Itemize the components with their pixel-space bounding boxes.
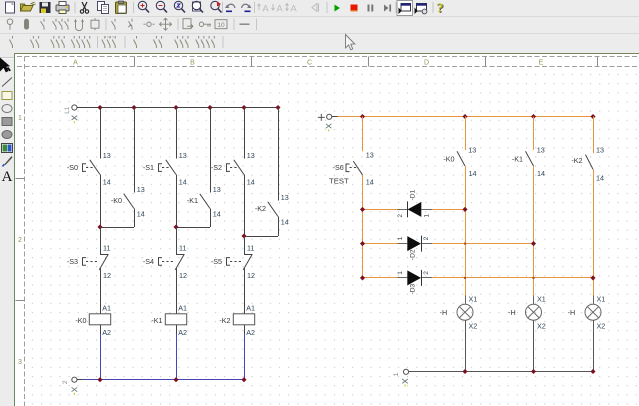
svg-text:A: A bbox=[2, 169, 13, 185]
svg-text:X2: X2 bbox=[537, 321, 546, 330]
svg-text:-S0: -S0 bbox=[67, 163, 78, 172]
svg-text:13: 13 bbox=[281, 193, 289, 202]
svg-text:A2: A2 bbox=[102, 328, 111, 337]
svg-text:-K2: -K2 bbox=[571, 156, 582, 165]
svg-text:12: 12 bbox=[179, 271, 187, 280]
svg-text:-H: -H bbox=[440, 308, 448, 317]
svg-text:1: 1 bbox=[397, 236, 404, 240]
svg-text:14: 14 bbox=[537, 169, 545, 178]
svg-text:-D2: -D2 bbox=[410, 249, 417, 260]
svg-text:13: 13 bbox=[103, 151, 111, 160]
svg-text:12: 12 bbox=[103, 271, 111, 280]
svg-text:-H: -H bbox=[508, 308, 516, 317]
svg-text:-S4: -S4 bbox=[143, 257, 154, 266]
svg-text:14: 14 bbox=[469, 169, 477, 178]
svg-text:14: 14 bbox=[103, 178, 111, 187]
svg-text:-S1: -S1 bbox=[143, 163, 154, 172]
svg-text:11: 11 bbox=[103, 244, 110, 253]
svg-text:13: 13 bbox=[468, 145, 476, 154]
svg-text:D: D bbox=[424, 60, 429, 67]
svg-text:3: 3 bbox=[18, 359, 22, 366]
svg-text:TEST: TEST bbox=[329, 176, 349, 185]
svg-text:13: 13 bbox=[596, 145, 604, 154]
svg-text:B: B bbox=[190, 60, 195, 67]
svg-text:14: 14 bbox=[366, 177, 374, 186]
svg-text:-K1: -K1 bbox=[512, 155, 523, 164]
svg-text:1: 1 bbox=[397, 271, 404, 275]
svg-text:2: 2 bbox=[397, 214, 404, 218]
svg-text:A1: A1 bbox=[178, 304, 187, 313]
svg-text:-K0: -K0 bbox=[443, 155, 454, 164]
svg-text:-K0: -K0 bbox=[111, 196, 122, 205]
svg-text:1: 1 bbox=[393, 372, 400, 376]
svg-text:13: 13 bbox=[137, 185, 145, 194]
svg-text:13: 13 bbox=[213, 185, 221, 194]
svg-text:1: 1 bbox=[424, 214, 431, 218]
svg-text:-D3: -D3 bbox=[410, 283, 417, 294]
svg-text:2: 2 bbox=[62, 380, 69, 384]
svg-text:12: 12 bbox=[247, 271, 255, 280]
svg-text:14: 14 bbox=[247, 178, 255, 187]
svg-text:11: 11 bbox=[179, 244, 186, 253]
svg-text:-S5: -S5 bbox=[211, 257, 222, 266]
svg-text:-K1: -K1 bbox=[151, 316, 162, 325]
svg-text:13: 13 bbox=[179, 151, 187, 160]
svg-text:A2: A2 bbox=[246, 328, 255, 337]
svg-text:14: 14 bbox=[281, 217, 289, 226]
svg-text:14: 14 bbox=[596, 173, 604, 182]
svg-text:A: A bbox=[73, 60, 78, 67]
svg-text:X1: X1 bbox=[537, 295, 546, 304]
svg-text:A1: A1 bbox=[246, 304, 255, 313]
svg-text:11: 11 bbox=[247, 244, 254, 253]
svg-text:X2: X2 bbox=[469, 321, 478, 330]
svg-text:-S2: -S2 bbox=[211, 163, 222, 172]
svg-text:L1: L1 bbox=[64, 106, 71, 114]
svg-text:-D1: -D1 bbox=[410, 189, 417, 200]
svg-text:1: 1 bbox=[18, 115, 22, 122]
svg-text:X1: X1 bbox=[469, 295, 478, 304]
svg-text:14: 14 bbox=[213, 209, 221, 218]
svg-text:-S3: -S3 bbox=[67, 257, 78, 266]
svg-text:X1: X1 bbox=[597, 295, 606, 304]
svg-text:A1: A1 bbox=[102, 304, 111, 313]
svg-text:-K1: -K1 bbox=[187, 196, 198, 205]
svg-text:-K0: -K0 bbox=[75, 316, 86, 325]
svg-text:E: E bbox=[539, 60, 544, 67]
svg-text:-H: -H bbox=[568, 308, 576, 317]
svg-text:13: 13 bbox=[247, 151, 255, 160]
svg-text:13: 13 bbox=[366, 150, 374, 159]
svg-text:14: 14 bbox=[137, 209, 145, 218]
svg-text:14: 14 bbox=[179, 178, 187, 187]
svg-text:-S6: -S6 bbox=[333, 163, 344, 172]
svg-text:X2: X2 bbox=[597, 321, 606, 330]
svg-text:-K2: -K2 bbox=[219, 316, 230, 325]
svg-text:-K2: -K2 bbox=[255, 204, 266, 213]
svg-text:13: 13 bbox=[537, 145, 545, 154]
svg-text:2: 2 bbox=[423, 236, 430, 240]
svg-text:A2: A2 bbox=[178, 328, 187, 337]
svg-text:2: 2 bbox=[423, 271, 430, 275]
svg-text:2: 2 bbox=[18, 237, 22, 244]
svg-text:C: C bbox=[307, 60, 312, 67]
